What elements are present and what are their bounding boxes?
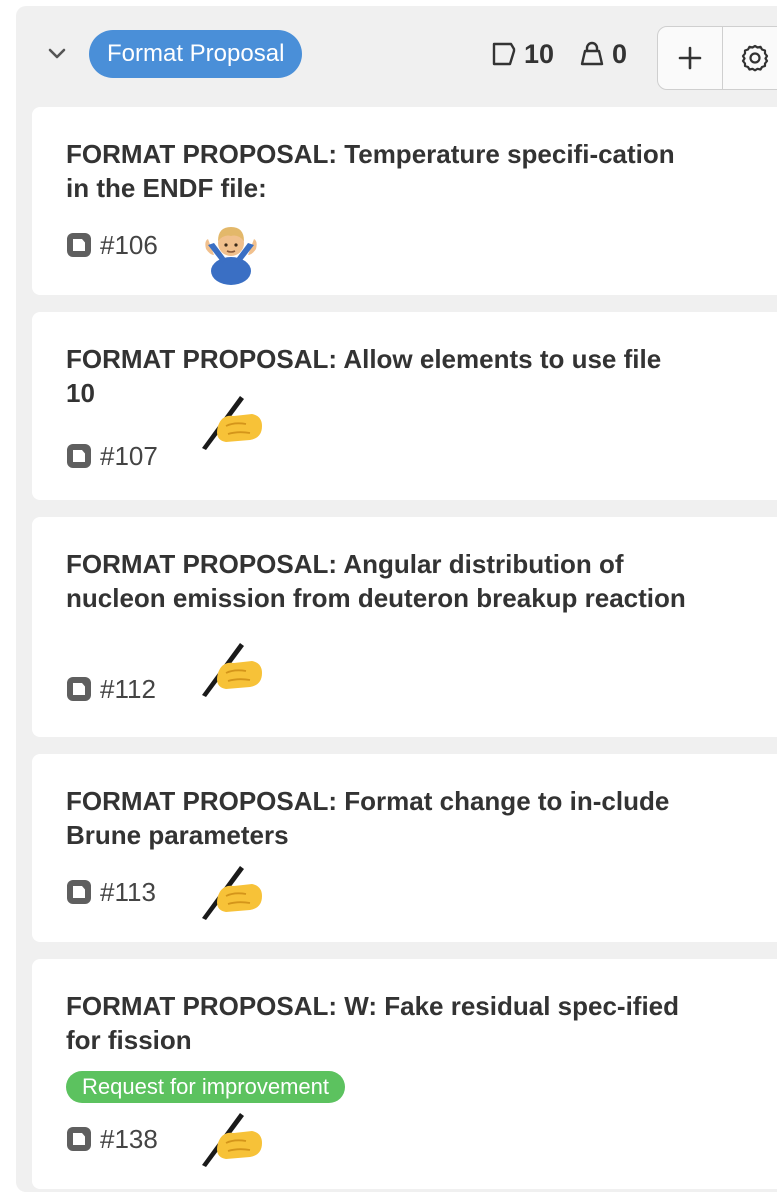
column-settings-button[interactable]: [722, 27, 777, 89]
chevron-down-icon[interactable]: [46, 46, 68, 62]
card-title[interactable]: FORMAT PROPOSAL: Format change to in-clu…: [66, 784, 686, 852]
writing-hand-icon: [202, 643, 262, 697]
issue-card[interactable]: FORMAT PROPOSAL: W: Fake residual spec-i…: [32, 959, 777, 1189]
card-meta: #106: [66, 227, 158, 263]
column-header: Format Proposal 10 0: [16, 6, 777, 102]
writing-hand-icon: [202, 1113, 262, 1167]
issue-card[interactable]: FORMAT PROPOSAL: Allow elements to use f…: [32, 312, 777, 500]
card-meta: #107: [66, 438, 158, 474]
plus-icon: [678, 46, 702, 70]
issue-type-icon: [67, 677, 91, 701]
person-shrugging-icon: [205, 227, 257, 285]
card-meta: #113: [66, 874, 156, 910]
issue-type-icon: [67, 233, 91, 257]
group-label-pill[interactable]: Format Proposal: [89, 30, 303, 78]
card-meta: #112: [66, 671, 156, 707]
gear-icon: [741, 44, 769, 72]
card-title[interactable]: FORMAT PROPOSAL: Temperature specifi-cat…: [66, 137, 686, 205]
add-card-button[interactable]: [658, 27, 722, 89]
issue-card[interactable]: FORMAT PROPOSAL: Angular distribution of…: [32, 517, 777, 737]
issue-number[interactable]: #107: [100, 441, 158, 472]
issue-type-icon: [67, 444, 91, 468]
pr-count: 0: [578, 36, 627, 72]
card-title[interactable]: FORMAT PROPOSAL: W: Fake residual spec-i…: [66, 989, 686, 1057]
issue-type-icon: [67, 1127, 91, 1151]
card-meta: #138: [66, 1121, 158, 1157]
issue-number[interactable]: #113: [100, 877, 156, 908]
board-column: Format Proposal 10 0 FORMAT PROPOSAL: Te…: [16, 6, 777, 1192]
issue-number[interactable]: #106: [100, 230, 158, 261]
issue-number[interactable]: #138: [100, 1124, 158, 1155]
issue-card[interactable]: FORMAT PROPOSAL: Temperature specifi-cat…: [32, 107, 777, 295]
label-request-for-improvement[interactable]: Request for improvement: [66, 1071, 345, 1103]
column-actions: [657, 26, 777, 90]
issue-count-icon: [492, 42, 516, 66]
issue-type-icon: [67, 880, 91, 904]
bag-icon: [580, 41, 604, 66]
pr-count-value: 0: [612, 38, 628, 69]
issue-count: 10: [490, 36, 554, 72]
issue-card[interactable]: FORMAT PROPOSAL: Format change to in-clu…: [32, 754, 777, 942]
writing-hand-icon: [202, 866, 262, 920]
writing-hand-icon: [202, 396, 262, 450]
card-title[interactable]: FORMAT PROPOSAL: Allow elements to use f…: [66, 342, 686, 410]
issue-count-value: 10: [524, 38, 555, 69]
issue-number[interactable]: #112: [100, 674, 156, 705]
card-title[interactable]: FORMAT PROPOSAL: Angular distribution of…: [66, 547, 686, 615]
